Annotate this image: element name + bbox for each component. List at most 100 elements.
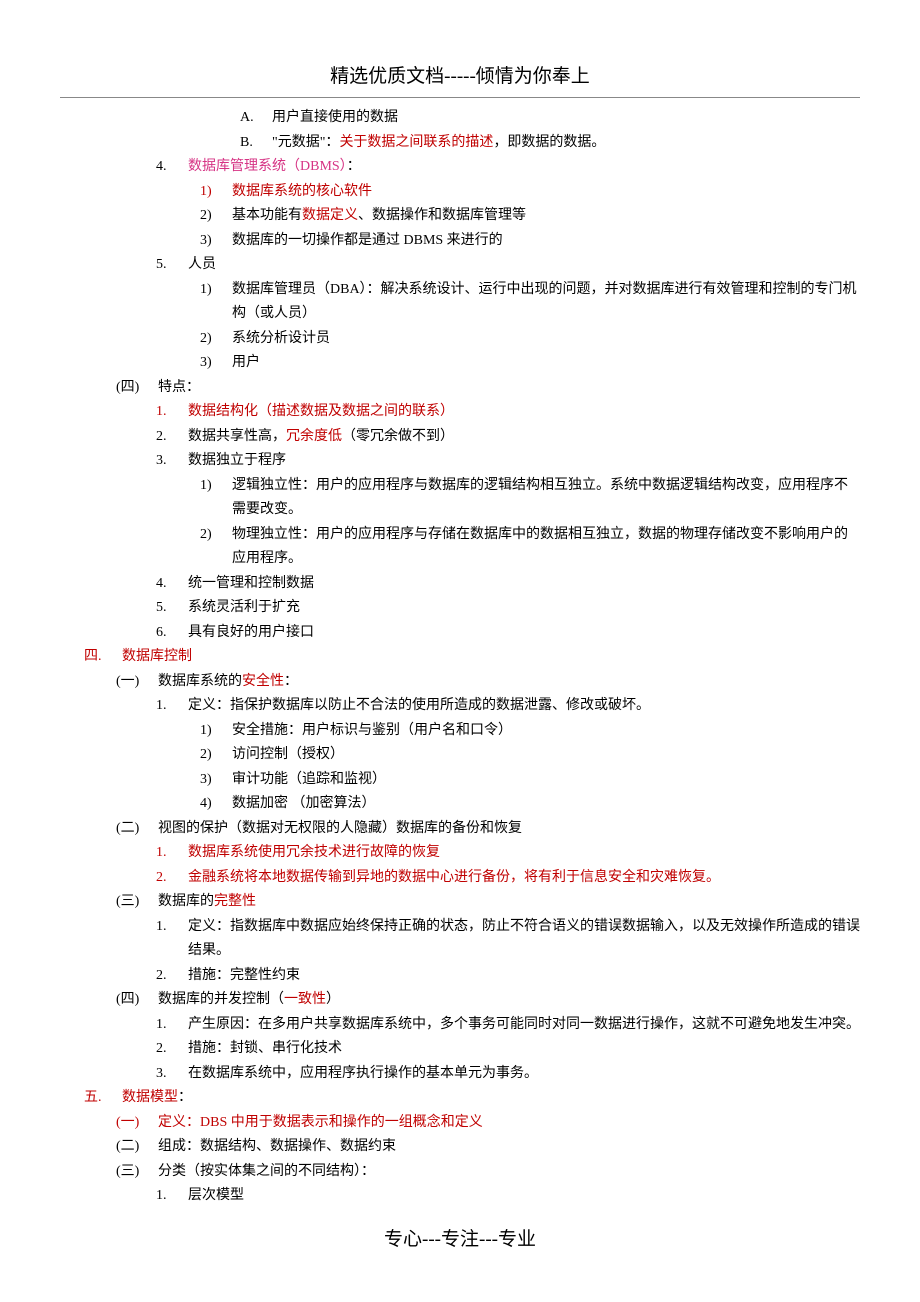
list-item: B."元数据"：关于数据之间联系的描述，即数据的数据。 bbox=[240, 131, 860, 156]
text: 层次模型 bbox=[188, 1184, 860, 1209]
label-2: 2. bbox=[156, 964, 188, 989]
list-item: 1.产生原因：在多用户共享数据库系统中，多个事务可能同时对同一数据进行操作，这就… bbox=[156, 1013, 860, 1038]
label-2p: 2) bbox=[200, 327, 232, 352]
label-1: 1. bbox=[156, 915, 188, 964]
text: 数据库控制 bbox=[122, 645, 860, 670]
text: 人员 bbox=[188, 253, 860, 278]
list-item: (一)数据库系统的安全性： bbox=[116, 670, 860, 695]
list-item: 3)审计功能（追踪和监视） bbox=[200, 768, 860, 793]
text: 措施：完整性约束 bbox=[188, 964, 860, 989]
label-roman5: 五. bbox=[84, 1086, 122, 1111]
text: 视图的保护（数据对无权限的人隐藏）数据库的备份和恢复 bbox=[158, 817, 860, 842]
list-item: (一)定义：DBS 中用于数据表示和操作的一组概念和定义 bbox=[116, 1111, 860, 1136]
text: 数据加密 （加密算法） bbox=[232, 792, 860, 817]
list-item: (二)视图的保护（数据对无权限的人隐藏）数据库的备份和恢复 bbox=[116, 817, 860, 842]
text: 数据模型： bbox=[122, 1086, 860, 1111]
label-cn1: (一) bbox=[116, 1111, 158, 1136]
list-item: 2)系统分析设计员 bbox=[200, 327, 860, 352]
label-2p: 2) bbox=[200, 204, 232, 229]
text: 安全措施：用户标识与鉴别（用户名和口令） bbox=[232, 719, 860, 744]
list-item: 5.人员 bbox=[156, 253, 860, 278]
text: 用户直接使用的数据 bbox=[272, 106, 860, 131]
label-2: 2. bbox=[156, 866, 188, 891]
list-item: 2.金融系统将本地数据传输到异地的数据中心进行备份，将有利于信息安全和灾难恢复。 bbox=[156, 866, 860, 891]
text: 物理独立性：用户的应用程序与存储在数据库中的数据相互独立，数据的物理存储改变不影… bbox=[232, 523, 860, 572]
list-item: 2.措施：封锁、串行化技术 bbox=[156, 1037, 860, 1062]
label-1p: 1) bbox=[200, 278, 232, 327]
label-cn4: (四) bbox=[116, 988, 158, 1013]
text: 数据库的一切操作都是通过 DBMS 来进行的 bbox=[232, 229, 860, 254]
text: 数据库的并发控制（一致性） bbox=[158, 988, 860, 1013]
list-item: 3)用户 bbox=[200, 351, 860, 376]
label-5: 5. bbox=[156, 596, 188, 621]
list-item: 1)逻辑独立性：用户的应用程序与数据库的逻辑结构相互独立。系统中数据逻辑结构改变… bbox=[200, 474, 860, 523]
label-A: A. bbox=[240, 106, 272, 131]
label-1: 1. bbox=[156, 841, 188, 866]
label-2p: 2) bbox=[200, 523, 232, 572]
label-4: 4. bbox=[156, 572, 188, 597]
label-4p: 4) bbox=[200, 792, 232, 817]
list-item: 1.层次模型 bbox=[156, 1184, 860, 1209]
label-3: 3. bbox=[156, 449, 188, 474]
text: 数据结构化（描述数据及数据之间的联系） bbox=[188, 400, 860, 425]
list-item: 2)物理独立性：用户的应用程序与存储在数据库中的数据相互独立，数据的物理存储改变… bbox=[200, 523, 860, 572]
label-1p: 1) bbox=[200, 719, 232, 744]
list-item: 3)数据库的一切操作都是通过 DBMS 来进行的 bbox=[200, 229, 860, 254]
text: 逻辑独立性：用户的应用程序与数据库的逻辑结构相互独立。系统中数据逻辑结构改变，应… bbox=[232, 474, 860, 523]
label-6: 6. bbox=[156, 621, 188, 646]
text: 产生原因：在多用户共享数据库系统中，多个事务可能同时对同一数据进行操作，这就不可… bbox=[188, 1013, 860, 1038]
list-item: (四)数据库的并发控制（一致性） bbox=[116, 988, 860, 1013]
list-item: 1.数据库系统使用冗余技术进行故障的恢复 bbox=[156, 841, 860, 866]
list-item: 2)基本功能有数据定义、数据操作和数据库管理等 bbox=[200, 204, 860, 229]
text: 系统分析设计员 bbox=[232, 327, 860, 352]
list-item: 4)数据加密 （加密算法） bbox=[200, 792, 860, 817]
header-rule bbox=[60, 97, 860, 98]
label-1p: 1) bbox=[200, 474, 232, 523]
page-footer: 专心---专注---专业 bbox=[60, 1223, 860, 1256]
list-item: 4.统一管理和控制数据 bbox=[156, 572, 860, 597]
text: 数据库系统的安全性： bbox=[158, 670, 860, 695]
label-cn4: (四) bbox=[116, 376, 158, 401]
label-3p: 3) bbox=[200, 229, 232, 254]
text: 数据库系统的核心软件 bbox=[232, 180, 860, 205]
list-item: 1.数据结构化（描述数据及数据之间的联系） bbox=[156, 400, 860, 425]
text: 组成：数据结构、数据操作、数据约束 bbox=[158, 1135, 860, 1160]
text: 定义：指数据库中数据应始终保持正确的状态，防止不符合语义的错误数据输入，以及无效… bbox=[188, 915, 860, 964]
list-item: 4.数据库管理系统（DBMS）： bbox=[156, 155, 860, 180]
text: 定义：DBS 中用于数据表示和操作的一组概念和定义 bbox=[158, 1111, 860, 1136]
label-1: 1. bbox=[156, 400, 188, 425]
text: "元数据"：关于数据之间联系的描述，即数据的数据。 bbox=[272, 131, 860, 156]
list-item: 2.措施：完整性约束 bbox=[156, 964, 860, 989]
label-5: 5. bbox=[156, 253, 188, 278]
list-item: (四)特点： bbox=[116, 376, 860, 401]
label-cn3: (三) bbox=[116, 1160, 158, 1185]
label-2p: 2) bbox=[200, 743, 232, 768]
text: 分类（按实体集之间的不同结构）： bbox=[158, 1160, 860, 1185]
list-item: 3.数据独立于程序 bbox=[156, 449, 860, 474]
label-cn3: (三) bbox=[116, 890, 158, 915]
section-heading: 四.数据库控制 bbox=[84, 645, 860, 670]
list-item: 2)访问控制（授权） bbox=[200, 743, 860, 768]
list-item: 1.定义：指数据库中数据应始终保持正确的状态，防止不符合语义的错误数据输入，以及… bbox=[156, 915, 860, 964]
text: 数据库管理员（DBA）：解决系统设计、运行中出现的问题，并对数据库进行有效管理和… bbox=[232, 278, 860, 327]
list-item: 6.具有良好的用户接口 bbox=[156, 621, 860, 646]
label-1: 1. bbox=[156, 1013, 188, 1038]
label-1: 1. bbox=[156, 694, 188, 719]
text: 金融系统将本地数据传输到异地的数据中心进行备份，将有利于信息安全和灾难恢复。 bbox=[188, 866, 860, 891]
label-3p: 3) bbox=[200, 768, 232, 793]
text: 措施：封锁、串行化技术 bbox=[188, 1037, 860, 1062]
text: 在数据库系统中，应用程序执行操作的基本单元为事务。 bbox=[188, 1062, 860, 1087]
list-item: (三)分类（按实体集之间的不同结构）： bbox=[116, 1160, 860, 1185]
text: 数据库管理系统（DBMS）： bbox=[188, 155, 860, 180]
label-B: B. bbox=[240, 131, 272, 156]
text: 审计功能（追踪和监视） bbox=[232, 768, 860, 793]
list-item: 1)数据库系统的核心软件 bbox=[200, 180, 860, 205]
list-item: 5.系统灵活利于扩充 bbox=[156, 596, 860, 621]
list-item: 3.在数据库系统中，应用程序执行操作的基本单元为事务。 bbox=[156, 1062, 860, 1087]
label-4: 4. bbox=[156, 155, 188, 180]
list-item: (三)数据库的完整性 bbox=[116, 890, 860, 915]
label-2: 2. bbox=[156, 425, 188, 450]
list-item: 1)安全措施：用户标识与鉴别（用户名和口令） bbox=[200, 719, 860, 744]
section-heading: 五.数据模型： bbox=[84, 1086, 860, 1111]
text: 用户 bbox=[232, 351, 860, 376]
